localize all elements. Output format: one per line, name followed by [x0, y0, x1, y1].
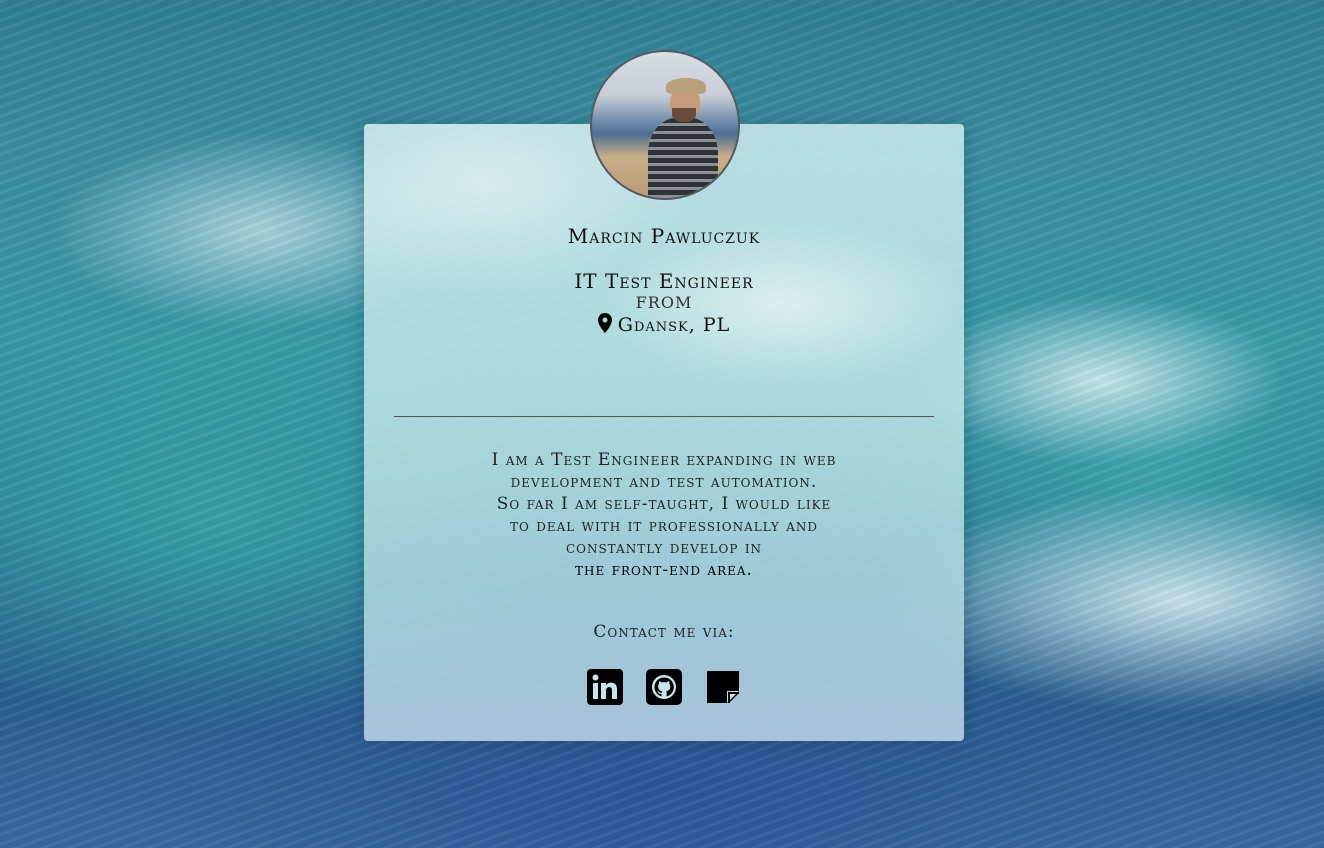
job-title: IT Test Engineer — [574, 269, 754, 293]
divider — [394, 416, 934, 417]
map-pin-icon — [597, 313, 612, 338]
bio-line: So far I am self-taught, I would like — [496, 494, 832, 514]
linkedin-link[interactable] — [586, 669, 623, 705]
from-label: FROM — [635, 293, 693, 312]
avatar-body — [648, 118, 718, 198]
contact-label: Contact me via: — [593, 622, 735, 642]
profile-avatar — [590, 50, 740, 200]
avatar-cap — [666, 78, 706, 94]
bio-line: constantly develop in — [565, 538, 763, 558]
github-link[interactable] — [646, 669, 682, 705]
bio-line: development and test automation. — [510, 472, 818, 492]
profile-name: Marcin Pawluczuk — [567, 224, 761, 248]
avatar-beard — [672, 108, 696, 122]
bio-emphasis: the front-end area. — [575, 560, 753, 580]
bio-line: to deal with it professionally and — [509, 516, 819, 536]
note-link[interactable] — [705, 669, 741, 705]
github-icon — [646, 669, 682, 705]
location-text: Gdansk, PL — [617, 314, 731, 336]
linkedin-icon — [586, 669, 623, 705]
profile-card: Marcin Pawluczuk IT Test Engineer FROM G… — [364, 124, 964, 741]
bio-line: I am a Test Engineer expanding in web — [491, 450, 837, 470]
note-icon — [705, 669, 741, 705]
bio: I am a Test Engineer expanding in web de… — [444, 449, 884, 581]
contact-links — [364, 669, 964, 709]
location: Gdansk, PL — [364, 313, 964, 338]
